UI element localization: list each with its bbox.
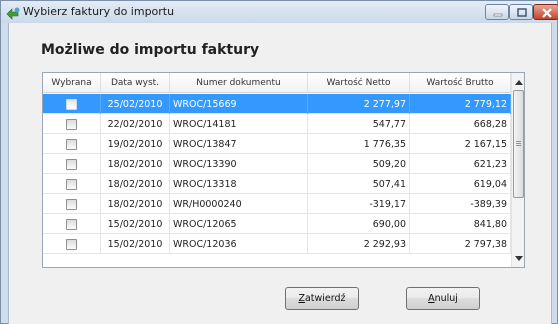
maximize-button[interactable] (509, 4, 533, 20)
column-header-gross[interactable]: Wartość Brutto (410, 73, 511, 93)
table-row[interactable]: 19/02/2010 WROC/13847 1 776,35 2 167,15 (43, 134, 511, 154)
date-cell: 25/02/2010 (101, 94, 170, 114)
date-cell: 18/02/2010 (101, 154, 170, 174)
gross-value-cell: 2 167,15 (410, 134, 511, 154)
document-number-cell: WROC/13390 (170, 154, 308, 174)
table-header: Wybrana Data wyst. Numer dokumentu Warto… (43, 73, 511, 93)
row-checkbox[interactable] (66, 138, 77, 150)
column-header-date[interactable]: Data wyst. (101, 73, 170, 93)
selected-cell (43, 234, 101, 254)
date-cell: 15/02/2010 (101, 234, 170, 254)
row-checkbox[interactable] (66, 218, 77, 230)
title-bar[interactable]: Wybierz faktury do importu (1, 1, 558, 23)
page-title: Możliwe do importu faktury (41, 42, 260, 58)
row-checkbox[interactable] (66, 178, 77, 190)
selected-cell (43, 194, 101, 214)
table-row[interactable]: 15/02/2010 WROC/12036 2 292,93 2 797,38 (43, 234, 511, 254)
net-value-cell: 1 776,35 (308, 134, 410, 154)
column-header-number[interactable]: Numer dokumentu (170, 73, 308, 93)
scroll-down-icon[interactable] (512, 251, 524, 265)
row-checkbox[interactable] (66, 118, 77, 130)
cancel-label: nuluj (434, 293, 458, 304)
document-number-cell: WROC/13318 (170, 174, 308, 194)
close-button[interactable] (533, 4, 558, 20)
date-cell: 15/02/2010 (101, 214, 170, 234)
document-number-cell: WROC/12065 (170, 214, 308, 234)
table-row[interactable]: 18/02/2010 WR/H0000240 -319,17 -389,39 (43, 194, 511, 214)
document-number-cell: WROC/15669 (170, 94, 308, 114)
confirm-label: atwierdź (304, 293, 346, 304)
net-value-cell: 2 292,93 (308, 234, 410, 254)
maximize-icon (517, 8, 527, 17)
minimize-icon (493, 13, 503, 17)
table-row[interactable]: 22/02/2010 WROC/14181 547,77 668,28 (43, 114, 511, 134)
table-row[interactable]: 25/02/2010 WROC/15669 2 277,97 2 779,12 (43, 94, 511, 114)
net-value-cell: 547,77 (308, 114, 410, 134)
gross-value-cell: 841,80 (410, 214, 511, 234)
confirm-button[interactable]: Zatwierdź (285, 287, 359, 310)
document-number-cell: WROC/14181 (170, 114, 308, 134)
selected-cell (43, 154, 101, 174)
net-value-cell: 690,00 (308, 214, 410, 234)
close-icon (542, 8, 552, 18)
table-row[interactable]: 15/02/2010 WROC/12065 690,00 841,80 (43, 214, 511, 234)
gross-value-cell: 619,04 (410, 174, 511, 194)
selected-cell (43, 134, 101, 154)
column-header-net[interactable]: Wartość Netto (308, 73, 410, 93)
gross-value-cell: 668,28 (410, 114, 511, 134)
window-title: Wybierz faktury do importu (23, 5, 175, 18)
date-cell: 19/02/2010 (101, 134, 170, 154)
gross-value-cell: 2 779,12 (410, 94, 511, 114)
date-cell: 22/02/2010 (101, 114, 170, 134)
row-checkbox[interactable] (66, 98, 77, 110)
document-number-cell: WROC/12036 (170, 234, 308, 254)
date-cell: 18/02/2010 (101, 174, 170, 194)
dialog-window: Wybierz faktury do importu Możliwe do im… (0, 0, 558, 324)
selected-cell (43, 174, 101, 194)
import-icon (6, 5, 20, 20)
row-checkbox[interactable] (66, 198, 77, 210)
minimize-button[interactable] (485, 4, 509, 20)
cancel-button[interactable]: Anuluj (406, 287, 480, 310)
scrollbar-thumb[interactable] (513, 90, 524, 198)
gross-value-cell: -389,39 (410, 194, 511, 214)
column-header-selected[interactable]: Wybrana (43, 73, 101, 93)
selected-cell (43, 214, 101, 234)
selected-cell (43, 114, 101, 134)
document-number-cell: WROC/13847 (170, 134, 308, 154)
row-checkbox[interactable] (66, 238, 77, 250)
net-value-cell: 2 277,97 (308, 94, 410, 114)
date-cell: 18/02/2010 (101, 194, 170, 214)
net-value-cell: 509,20 (308, 154, 410, 174)
table-row[interactable]: 18/02/2010 WROC/13318 507,41 619,04 (43, 174, 511, 194)
table-body: 25/02/2010 WROC/15669 2 277,97 2 779,12 22/0… (43, 94, 511, 254)
document-number-cell: WR/H0000240 (170, 194, 308, 214)
gross-value-cell: 621,23 (410, 154, 511, 174)
net-value-cell: -319,17 (308, 194, 410, 214)
gross-value-cell: 2 797,38 (410, 234, 511, 254)
vertical-scrollbar[interactable] (511, 73, 524, 267)
selected-cell (43, 94, 101, 114)
table-row[interactable]: 18/02/2010 WROC/13390 509,20 621,23 (43, 154, 511, 174)
row-checkbox[interactable] (66, 158, 77, 170)
invoice-table[interactable]: Wybrana Data wyst. Numer dokumentu Warto… (42, 72, 525, 268)
net-value-cell: 507,41 (308, 174, 410, 194)
grip-icon (516, 141, 521, 146)
scroll-up-icon[interactable] (512, 75, 524, 89)
